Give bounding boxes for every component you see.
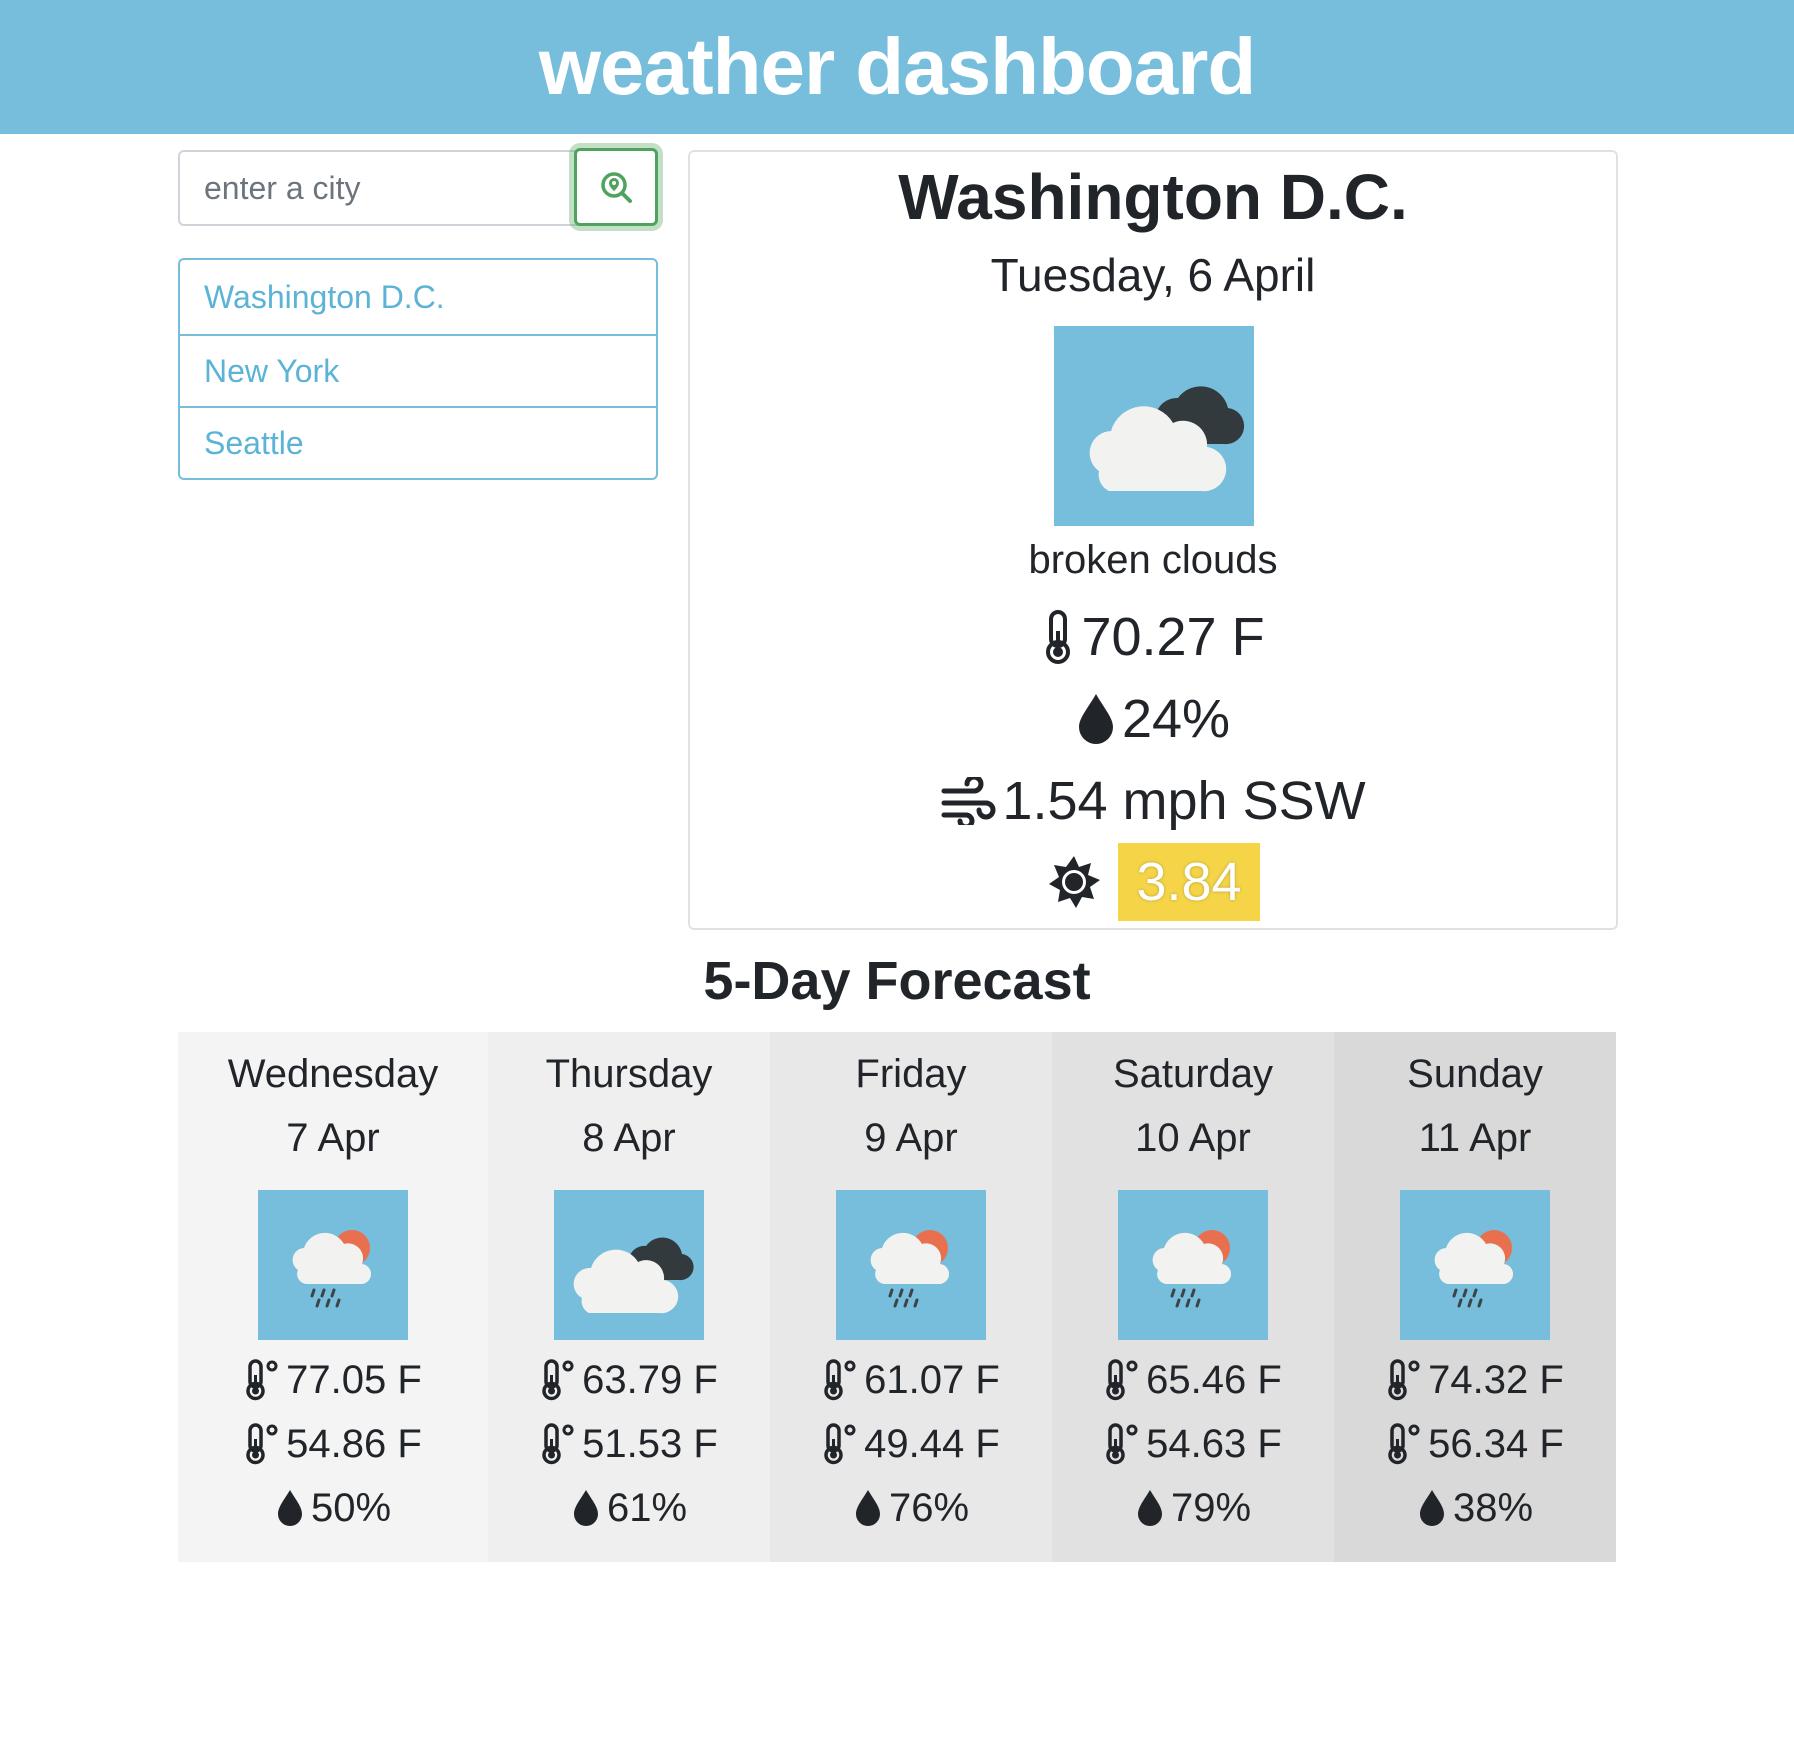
city-item-seattle[interactable]: Seattle xyxy=(180,406,656,478)
forecast-low-row: 56.34 F xyxy=(1334,1419,1616,1469)
forecast-day-date: 8 Apr xyxy=(582,1116,676,1160)
forecast-high-row: 63.79 F xyxy=(488,1355,770,1405)
forecast-day-card: Thursday 8 Apr 63.79 F 51.53 F 61% xyxy=(488,1032,770,1562)
rain-sun-icon xyxy=(836,1190,986,1340)
city-search-input[interactable] xyxy=(178,150,590,226)
droplet-icon xyxy=(853,1488,883,1528)
current-wind: 1.54 mph SSW xyxy=(1002,771,1366,831)
forecast-title: 5-Day Forecast xyxy=(703,951,1091,1011)
forecast-low-temp: 49.44 F xyxy=(864,1421,1000,1466)
current-description: broken clouds xyxy=(1028,538,1278,582)
forecast-high-row: 74.32 F xyxy=(1334,1355,1616,1405)
forecast-low-temp: 51.53 F xyxy=(582,1421,718,1466)
city-item-new-york[interactable]: New York xyxy=(180,334,656,406)
droplet-icon xyxy=(1076,692,1116,746)
forecast-humidity: 50% xyxy=(310,1485,392,1530)
forecast-high-row: 61.07 F xyxy=(770,1355,1052,1405)
current-uv-row: 3.84 xyxy=(690,842,1616,922)
droplet-icon xyxy=(571,1488,601,1528)
thermometer-icon xyxy=(1041,609,1075,665)
city-item-washington[interactable]: Washington D.C. xyxy=(180,260,656,334)
forecast-humidity: 76% xyxy=(888,1485,970,1530)
app-header: weather dashboard xyxy=(0,0,1794,134)
droplet-icon xyxy=(1417,1488,1447,1528)
forecast-high-temp: 61.07 F xyxy=(864,1357,1000,1402)
current-temperature: 70.27 F xyxy=(1081,607,1265,667)
forecast-day-name: Friday xyxy=(855,1052,967,1096)
current-humidity-row: 24% xyxy=(690,684,1616,754)
forecast-day-date: 7 Apr xyxy=(286,1116,380,1160)
thermometer-degree-icon xyxy=(1104,1359,1140,1401)
forecast-high-temp: 74.32 F xyxy=(1428,1357,1564,1402)
forecast-humidity-row: 38% xyxy=(1334,1483,1616,1533)
app-title: weather dashboard xyxy=(538,22,1257,111)
forecast-humidity: 38% xyxy=(1452,1485,1534,1530)
forecast-humidity: 61% xyxy=(606,1485,688,1530)
current-date: Tuesday, 6 April xyxy=(990,249,1316,301)
forecast-low-row: 49.44 F xyxy=(770,1419,1052,1469)
droplet-icon xyxy=(1135,1488,1165,1528)
forecast-day-card: Wednesday 7 Apr 77.05 F 54.86 F 50% xyxy=(178,1032,488,1562)
current-humidity: 24% xyxy=(1121,689,1231,749)
droplet-icon xyxy=(275,1488,305,1528)
current-wind-row: 1.54 mph SSW xyxy=(690,766,1616,836)
forecast-humidity-row: 61% xyxy=(488,1483,770,1533)
forecast-day-card: Saturday 10 Apr 65.46 F 54.63 F 79% xyxy=(1052,1032,1334,1562)
saved-cities-list: Washington D.C. New York Seattle xyxy=(178,258,658,480)
forecast-humidity-row: 76% xyxy=(770,1483,1052,1533)
forecast-humidity: 79% xyxy=(1170,1485,1252,1530)
forecast-day-name: Sunday xyxy=(1407,1052,1543,1096)
forecast-row: Wednesday 7 Apr 77.05 F 54.86 F 50% Thursday 8… xyxy=(178,1032,1616,1562)
forecast-day-name: Thursday xyxy=(545,1052,713,1096)
forecast-humidity-row: 79% xyxy=(1052,1483,1334,1533)
forecast-day-name: Wednesday xyxy=(227,1052,439,1096)
forecast-low-row: 54.86 F xyxy=(178,1419,488,1469)
search-button[interactable] xyxy=(574,148,658,226)
forecast-day-card: Friday 9 Apr 61.07 F 49.44 F 76% xyxy=(770,1032,1052,1562)
forecast-low-temp: 54.63 F xyxy=(1146,1421,1282,1466)
forecast-low-temp: 56.34 F xyxy=(1428,1421,1564,1466)
forecast-day-card: Sunday 11 Apr 74.32 F 56.34 F 38% xyxy=(1334,1032,1616,1562)
current-weather-card: Washington D.C. Tuesday, 6 April broken … xyxy=(688,150,1618,930)
forecast-humidity-row: 50% xyxy=(178,1483,488,1533)
forecast-high-temp: 65.46 F xyxy=(1146,1357,1282,1402)
rain-sun-icon xyxy=(1400,1190,1550,1340)
sun-icon xyxy=(1046,854,1102,910)
forecast-high-temp: 77.05 F xyxy=(286,1357,422,1402)
uv-index-badge: 3.84 xyxy=(1118,843,1260,921)
current-temperature-row: 70.27 F xyxy=(690,602,1616,672)
search-location-icon xyxy=(599,170,633,204)
rain-sun-icon xyxy=(258,1190,408,1340)
thermometer-degree-icon xyxy=(244,1359,280,1401)
thermometer-degree-icon xyxy=(822,1359,858,1401)
thermometer-degree-icon xyxy=(1386,1359,1422,1401)
thermometer-degree-icon xyxy=(244,1423,280,1465)
thermometer-degree-icon xyxy=(822,1423,858,1465)
forecast-day-name: Saturday xyxy=(1112,1052,1274,1096)
thermometer-degree-icon xyxy=(540,1423,576,1465)
forecast-low-row: 51.53 F xyxy=(488,1419,770,1469)
forecast-low-row: 54.63 F xyxy=(1052,1419,1334,1469)
forecast-high-row: 65.46 F xyxy=(1052,1355,1334,1405)
thermometer-degree-icon xyxy=(1386,1423,1422,1465)
broken-clouds-icon xyxy=(554,1190,704,1340)
wind-icon xyxy=(940,777,996,825)
forecast-day-date: 10 Apr xyxy=(1135,1116,1251,1160)
thermometer-degree-icon xyxy=(1104,1423,1140,1465)
forecast-high-temp: 63.79 F xyxy=(582,1357,718,1402)
rain-sun-icon xyxy=(1118,1190,1268,1340)
current-city-name: Washington D.C. xyxy=(898,161,1408,233)
thermometer-degree-icon xyxy=(540,1359,576,1401)
forecast-day-date: 11 Apr xyxy=(1418,1116,1532,1160)
forecast-low-temp: 54.86 F xyxy=(286,1421,422,1466)
broken-clouds-icon xyxy=(1054,326,1254,526)
forecast-high-row: 77.05 F xyxy=(178,1355,488,1405)
forecast-day-date: 9 Apr xyxy=(864,1116,958,1160)
